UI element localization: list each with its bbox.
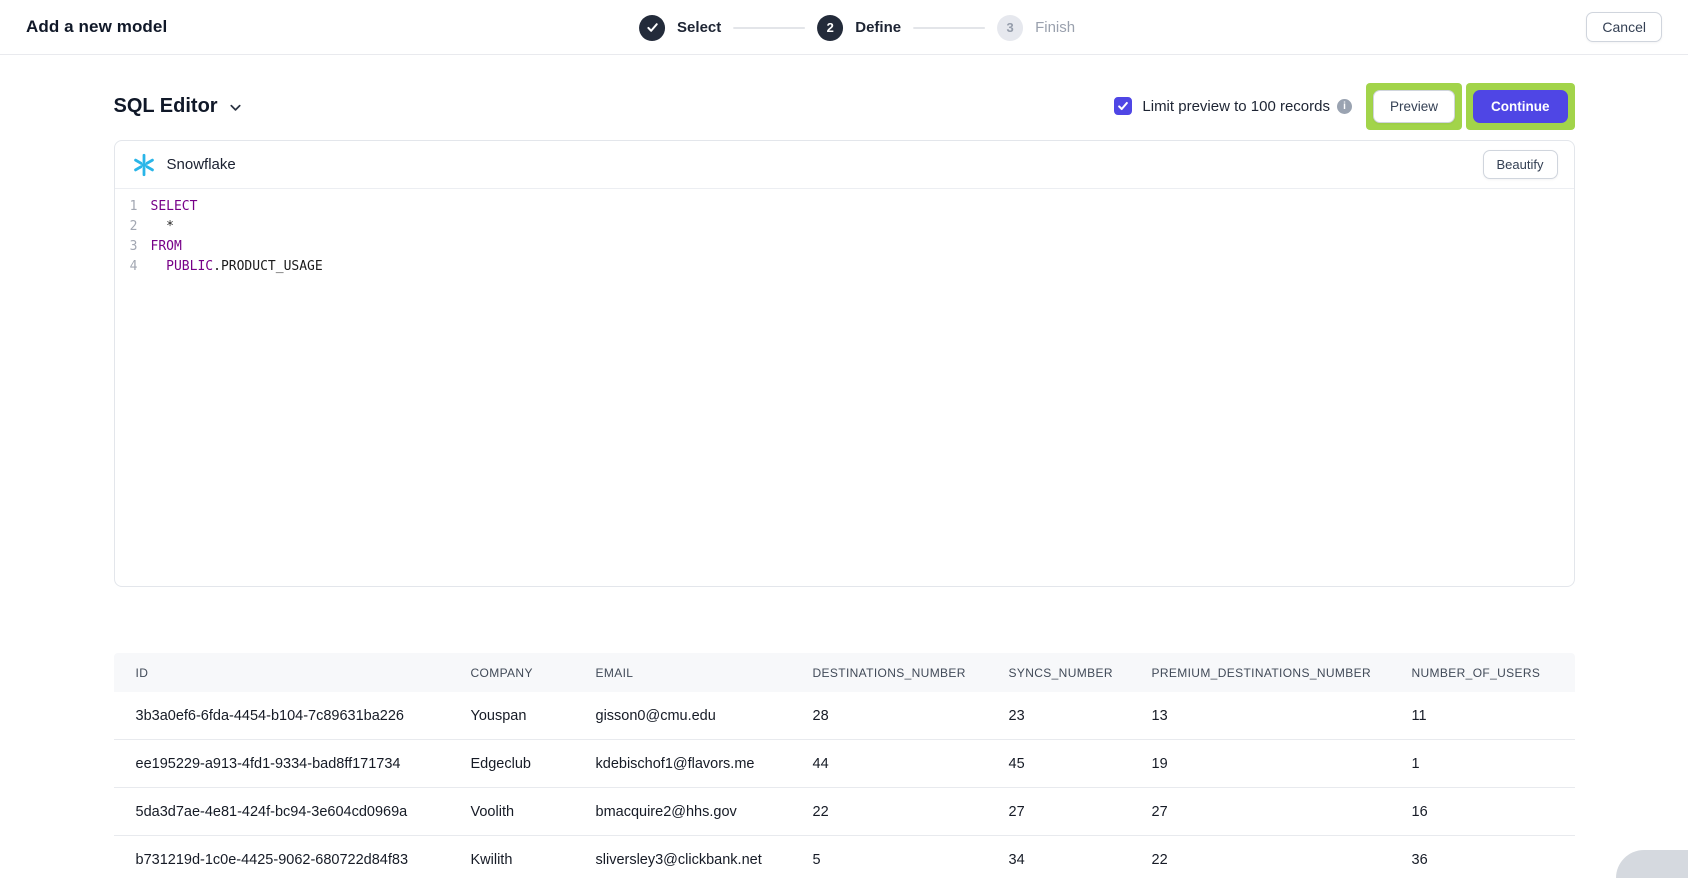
table-cell: 3b3a0ef6-6fda-4454-b104-7c89631ba226 (136, 708, 471, 724)
table-cell: 36 (1412, 852, 1575, 868)
table-cell: 16 (1412, 804, 1575, 820)
table-row: 5da3d7ae-4e81-424f-bc94-3e604cd0969aVool… (114, 788, 1575, 836)
table-cell: Kwilith (471, 852, 596, 868)
line-number: 3 (115, 237, 151, 257)
step-finish-number: 3 (997, 15, 1023, 41)
table-cell: 22 (813, 804, 1009, 820)
page-title: Add a new model (26, 17, 167, 37)
column-header: DESTINATIONS_NUMBER (813, 666, 1009, 680)
code-line: 2 * (115, 217, 1574, 237)
code-line: 4 PUBLIC.PRODUCT_USAGE (115, 257, 1574, 277)
table-cell: gisson0@cmu.edu (596, 708, 813, 724)
column-header: SYNCS_NUMBER (1009, 666, 1152, 680)
step-define: 2 Define (817, 15, 901, 41)
chevron-down-icon (228, 100, 243, 115)
stepper: Select 2 Define 3 Finish (639, 0, 1075, 55)
snowflake-icon (131, 152, 157, 178)
table-body: 3b3a0ef6-6fda-4454-b104-7c89631ba226Yous… (114, 692, 1575, 878)
source-badge: Snowflake (131, 152, 236, 178)
table-cell: 13 (1152, 708, 1412, 724)
limit-preview-label: Limit preview to 100 records (1142, 98, 1330, 115)
top-bar: Add a new model Select 2 Define 3 Finish… (0, 0, 1688, 55)
editor-toolbar: SQL Editor Limit preview to 100 records … (114, 79, 1575, 133)
step-define-label: Define (855, 19, 901, 36)
step-select-label: Select (677, 19, 721, 36)
sql-code-editor[interactable]: 1SELECT2 *3FROM4 PUBLIC.PRODUCT_USAGE (115, 189, 1574, 285)
table-cell: 22 (1152, 852, 1412, 868)
table-header-row: IDCOMPANYEMAILDESTINATIONS_NUMBERSYNCS_N… (114, 653, 1575, 692)
code-text: SELECT (151, 197, 198, 217)
cancel-button[interactable]: Cancel (1586, 12, 1662, 42)
table-row: 3b3a0ef6-6fda-4454-b104-7c89631ba226Yous… (114, 692, 1575, 740)
preview-button-highlight: Preview (1366, 83, 1462, 130)
editor-type-dropdown[interactable]: SQL Editor (114, 95, 243, 118)
table-cell: 45 (1009, 756, 1152, 772)
code-text: PUBLIC.PRODUCT_USAGE (151, 257, 323, 277)
table-cell: 1 (1412, 756, 1575, 772)
column-header: EMAIL (596, 666, 813, 680)
line-number: 2 (115, 217, 151, 237)
column-header: ID (136, 666, 471, 680)
table-cell: b731219d-1c0e-4425-9062-680722d84f83 (136, 852, 471, 868)
step-finish-label: Finish (1035, 19, 1075, 36)
code-text: * (151, 217, 174, 237)
step-define-number: 2 (817, 15, 843, 41)
line-number: 4 (115, 257, 151, 277)
limit-preview-checkbox[interactable] (1114, 97, 1132, 115)
step-select: Select (639, 15, 721, 41)
sql-editor-panel: Snowflake Beautify 1SELECT2 *3FROM4 PUBL… (114, 140, 1575, 587)
step-select-check-icon (639, 15, 665, 41)
table-cell: 19 (1152, 756, 1412, 772)
table-cell: 27 (1009, 804, 1152, 820)
table-cell: sliversley3@clickbank.net (596, 852, 813, 868)
table-cell: 11 (1412, 708, 1575, 724)
source-name: Snowflake (167, 156, 236, 173)
table-cell: 27 (1152, 804, 1412, 820)
editor-header: Snowflake Beautify (115, 141, 1574, 189)
step-finish: 3 Finish (997, 15, 1075, 41)
table-cell: 5 (813, 852, 1009, 868)
code-line: 1SELECT (115, 197, 1574, 217)
info-icon[interactable]: i (1337, 99, 1352, 114)
column-header: PREMIUM_DESTINATIONS_NUMBER (1152, 666, 1412, 680)
table-cell: ee195229-a913-4fd1-9334-bad8ff171734 (136, 756, 471, 772)
table-cell: 44 (813, 756, 1009, 772)
step-connector (913, 27, 985, 29)
editor-type-label: SQL Editor (114, 95, 218, 118)
continue-button[interactable]: Continue (1473, 90, 1568, 123)
code-text: FROM (151, 237, 182, 257)
table-cell: 23 (1009, 708, 1152, 724)
code-line: 3FROM (115, 237, 1574, 257)
continue-button-highlight: Continue (1466, 83, 1575, 130)
corner-widget-fragment (1616, 850, 1688, 878)
column-header: COMPANY (471, 666, 596, 680)
table-cell: Voolith (471, 804, 596, 820)
preview-button[interactable]: Preview (1373, 90, 1455, 123)
table-row: b731219d-1c0e-4425-9062-680722d84f83Kwil… (114, 836, 1575, 878)
column-header: NUMBER_OF_USERS (1412, 666, 1575, 680)
table-cell: Edgeclub (471, 756, 596, 772)
table-cell: 28 (813, 708, 1009, 724)
toolbar-right: Limit preview to 100 records i Preview C… (1114, 83, 1574, 130)
results-table: IDCOMPANYEMAILDESTINATIONS_NUMBERSYNCS_N… (114, 653, 1575, 878)
table-cell: 34 (1009, 852, 1152, 868)
step-connector (733, 27, 805, 29)
table-cell: bmacquire2@hhs.gov (596, 804, 813, 820)
beautify-button[interactable]: Beautify (1483, 150, 1558, 179)
table-cell: Youspan (471, 708, 596, 724)
table-row: ee195229-a913-4fd1-9334-bad8ff171734Edge… (114, 740, 1575, 788)
table-cell: 5da3d7ae-4e81-424f-bc94-3e604cd0969a (136, 804, 471, 820)
table-cell: kdebischof1@flavors.me (596, 756, 813, 772)
line-number: 1 (115, 197, 151, 217)
